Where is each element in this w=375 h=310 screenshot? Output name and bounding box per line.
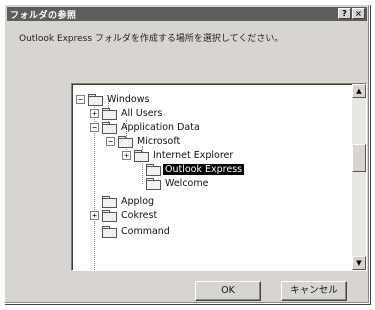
instruction-text: Outlook Express フォルダを作成する場所を選択してください。 (19, 34, 284, 44)
expand-icon[interactable]: + (90, 108, 99, 118)
tree-item-application-data[interactable]: − Application Data (90, 120, 202, 134)
scroll-down-icon[interactable]: ▼ (352, 256, 366, 270)
browse-folder-dialog: フォルダの参照 ? × Outlook Express フォルダを作成する場所を… (4, 4, 370, 304)
tree-item-welcome[interactable]: Welcome (134, 176, 210, 190)
folder-icon (118, 136, 133, 148)
tree-item-cokrest[interactable]: + Cokrest (90, 208, 159, 222)
folder-icon (102, 108, 117, 120)
folder-icon (88, 94, 103, 106)
cancel-button[interactable]: キャンセル (281, 281, 347, 301)
collapse-icon[interactable]: − (106, 136, 115, 146)
tree-item-label: Internet Explorer (153, 149, 234, 161)
folder-icon (146, 164, 161, 176)
window-title: フォルダの参照 (10, 10, 77, 21)
tree-item-label: Outlook Express (163, 163, 245, 175)
folder-icon (102, 122, 117, 134)
collapse-icon[interactable]: − (76, 94, 85, 104)
scroll-thumb[interactable] (352, 144, 366, 172)
tree-item-all-users[interactable]: + All Users (90, 106, 164, 120)
tree-item-microsoft[interactable]: − Microsoft (106, 134, 182, 148)
folder-tree-panel[interactable]: − Windows + All Users − Application Data… (71, 83, 367, 271)
folder-tree: − Windows + All Users − Application Data… (72, 84, 352, 270)
folder-icon (102, 210, 117, 222)
tree-item-label: Command (121, 225, 170, 237)
help-button[interactable]: ? (338, 8, 351, 19)
scroll-up-icon[interactable]: ▲ (352, 84, 366, 98)
title-bar[interactable]: フォルダの参照 ? × (7, 7, 367, 21)
tree-item-label: Cokrest (121, 209, 158, 221)
tree-item-label: Welcome (165, 177, 209, 189)
folder-icon (102, 196, 117, 208)
tree-item-label: Windows (107, 93, 150, 105)
tree-item-internet-explorer[interactable]: + Internet Explorer (122, 148, 235, 162)
tree-item-applog[interactable]: Applog (90, 194, 156, 208)
expand-icon[interactable]: + (90, 210, 99, 220)
close-button[interactable]: × (352, 8, 365, 19)
tree-item-label: Microsoft (137, 135, 181, 147)
tree-item-command[interactable]: Command (90, 224, 172, 238)
tree-item-label: All Users (121, 107, 163, 119)
tree-item-label: Applog (121, 195, 155, 207)
expand-icon[interactable]: + (122, 150, 131, 160)
tree-item-label: Application Data (121, 121, 200, 133)
tree-item-windows[interactable]: − Windows (76, 92, 151, 106)
folder-icon (102, 226, 117, 238)
ok-button[interactable]: OK (195, 281, 261, 301)
folder-icon (134, 150, 149, 162)
folder-icon (146, 178, 161, 190)
tree-item-outlook-express[interactable]: Outlook Express (134, 162, 245, 176)
collapse-icon[interactable]: − (90, 122, 99, 132)
vertical-scrollbar[interactable]: ▲ ▼ (352, 84, 366, 270)
